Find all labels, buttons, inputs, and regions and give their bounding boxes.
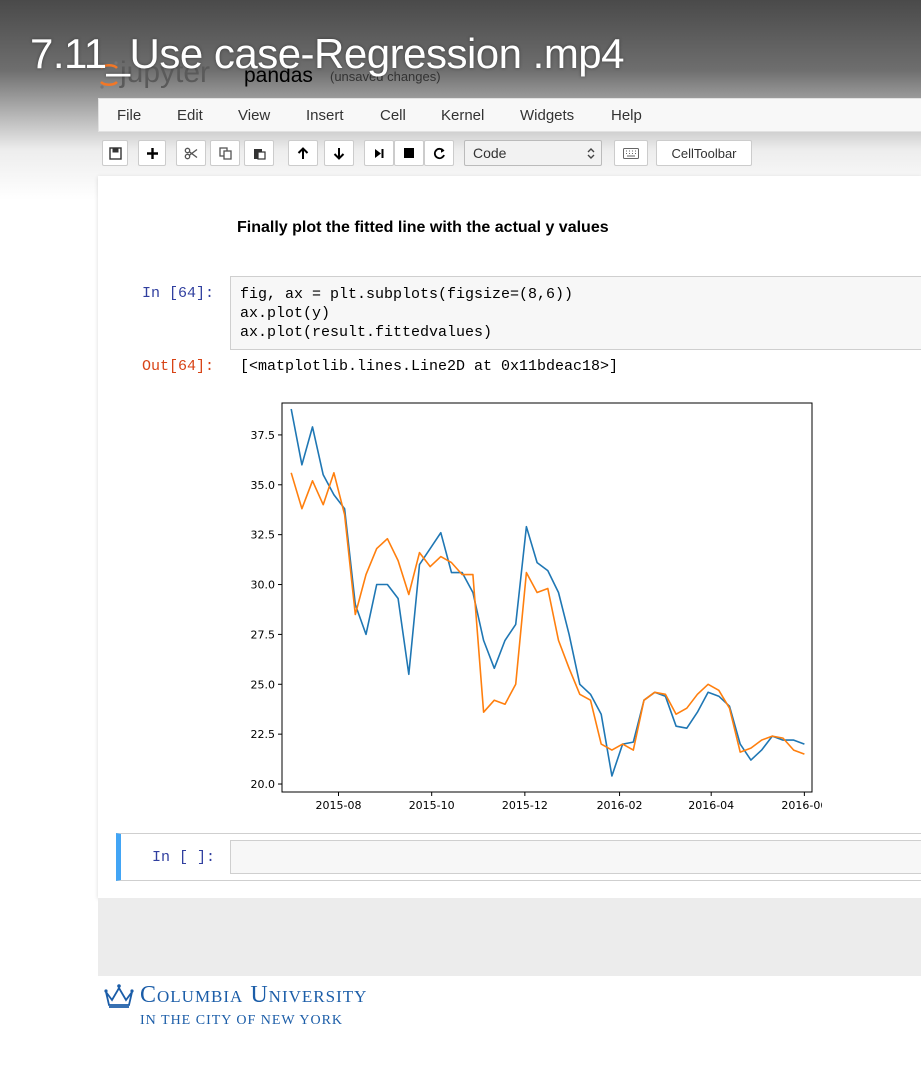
menu-bar: File Edit View Insert Cell Kernel Widget… — [98, 98, 921, 132]
cell-output-text: [<matplotlib.lines.Line2D at 0x11bdeac18… — [240, 358, 619, 375]
menu-help[interactable]: Help — [611, 107, 642, 124]
y-tick-label: 37.5 — [251, 429, 276, 442]
input-prompt: In [64]: — [142, 285, 215, 302]
save-button[interactable] — [102, 140, 128, 166]
code-line-2: ax.plot(y) — [240, 305, 331, 322]
move-down-icon — [333, 147, 345, 160]
menu-view[interactable]: View — [238, 107, 270, 124]
move-up-icon — [297, 146, 309, 159]
menu-widgets[interactable]: Widgets — [520, 107, 574, 124]
copy-icon — [218, 146, 232, 160]
code-line: fig, ax = plt.subplots(figsize=(8,6)) — [240, 286, 573, 303]
menu-cell[interactable]: Cell — [380, 107, 406, 124]
code-line: ax.plot(y) — [240, 305, 330, 322]
plot-area — [281, 402, 813, 793]
command-palette-button[interactable] — [614, 140, 648, 166]
run-icon — [375, 148, 384, 158]
menu-edit[interactable]: Edit — [177, 107, 203, 124]
empty-cell-prompt: In [ ]: — [152, 849, 216, 866]
cut-icon — [184, 147, 198, 159]
cut-button[interactable] — [176, 140, 206, 166]
notebook-bottom-area — [98, 898, 921, 976]
x-tick-label: 2015-10 — [409, 799, 455, 812]
add-cell-icon — [146, 147, 158, 159]
y-tick-label: 22.5 — [251, 728, 276, 741]
paste-icon — [253, 148, 266, 160]
x-tick-label: 2016-02 — [597, 799, 643, 812]
chevron-updown-icon — [587, 148, 595, 159]
save-icon — [108, 146, 122, 160]
code-cell-input[interactable]: fig, ax = plt.subplots(figsize=(8,6)) ax… — [230, 276, 921, 350]
university-subtitle: IN THE CITY OF NEW YORK — [140, 1013, 344, 1028]
run-button[interactable] — [364, 140, 394, 166]
cell-type-select[interactable]: Code — [464, 140, 602, 166]
output-prompt: Out[64]: — [142, 358, 215, 375]
move-up-button[interactable] — [288, 140, 318, 166]
x-tick-label: 2016-06 — [781, 799, 822, 812]
line-chart: 20.0 22.5 25.0 27.5 30.0 32.5 35.0 37.5 2015-08 2… — [251, 402, 822, 812]
x-tick-label: 2016-04 — [688, 799, 734, 812]
code-line-1: fig, ax = plt.subplots(figsize=(8,6)) — [240, 286, 574, 303]
code-line: ax.plot(result.fittedvalues) — [240, 324, 492, 341]
y-tick-label: 25.0 — [251, 678, 276, 691]
university-name: Columbia University — [140, 982, 368, 1008]
add-cell-button[interactable] — [138, 140, 166, 166]
y-tick-label: 30.0 — [251, 579, 276, 592]
y-tick-label: 27.5 — [251, 628, 276, 641]
menu-insert[interactable]: Insert — [306, 107, 344, 124]
video-title: 7.11_Use case-Regression .mp4 — [30, 30, 625, 77]
x-tick-label: 2015-12 — [502, 799, 548, 812]
y-tick-label: 32.5 — [251, 529, 276, 542]
stop-icon — [404, 148, 414, 158]
restart-icon — [433, 147, 445, 159]
move-down-button[interactable] — [324, 140, 354, 166]
restart-button[interactable] — [424, 140, 454, 166]
menu-file[interactable]: File — [117, 107, 141, 124]
keyboard-icon — [623, 147, 639, 159]
markdown-cell[interactable]: Finally plot the fitted line with the ac… — [237, 219, 609, 237]
code-line-3: ax.plot(result.fittedvalues) — [240, 324, 493, 341]
empty-cell-input[interactable] — [230, 840, 921, 874]
crown-icon — [104, 984, 134, 1008]
cell-type-value: Code — [473, 145, 507, 161]
menu-kernel[interactable]: Kernel — [441, 107, 484, 124]
y-tick-label: 35.0 — [251, 479, 276, 492]
paste-button[interactable] — [244, 140, 274, 166]
x-tick-label: 2015-08 — [316, 799, 362, 812]
celltoolbar-button[interactable]: CellToolbar — [656, 140, 752, 166]
copy-button[interactable] — [210, 140, 240, 166]
stop-button[interactable] — [394, 140, 424, 166]
y-tick-label: 20.0 — [251, 778, 276, 791]
notebook-toolbar: Code CellToolbar — [98, 138, 921, 170]
